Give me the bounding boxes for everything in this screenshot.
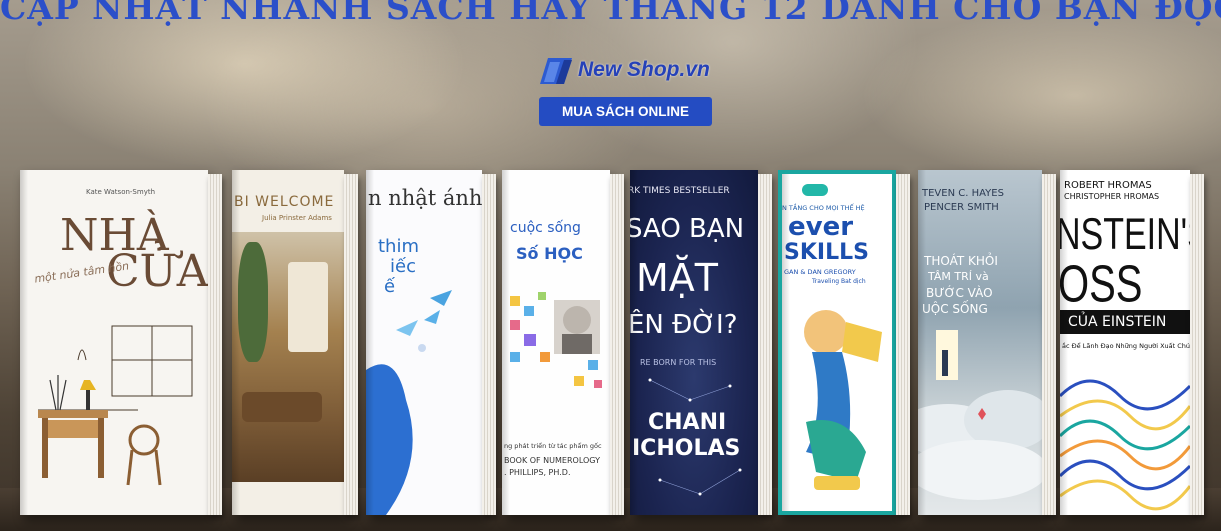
book-subtitle: ắc Để Lãnh Đạo Những Người Xuất Chúng — [1062, 342, 1190, 350]
book-top-line: N TẮNG CHO MỌI THẾ HỆ — [782, 204, 865, 212]
buy-online-button[interactable]: MUA SÁCH ONLINE — [539, 97, 712, 126]
book-title-line2: OSS — [1060, 256, 1143, 314]
book-translator: Traveling Bat dịch — [812, 278, 866, 285]
book-author-line2: PENCER SMITH — [924, 202, 999, 213]
constellation-decoration — [648, 378, 742, 496]
book-title-line2: iếc — [390, 256, 416, 277]
book-author-line1: TEVEN C. HAYES — [922, 188, 1004, 199]
logo-mark-icon — [540, 58, 572, 84]
page-edge — [896, 174, 910, 515]
living-room-photo — [232, 232, 344, 482]
book-title-line1: cuộc sống — [510, 220, 581, 236]
title-band: CỦA EINSTEIN — [1060, 310, 1190, 334]
book-bottom-line1: ng phát triển từ tác phẩm gốc — [504, 442, 602, 450]
book-title-line1: THOÁT KHỎI — [924, 254, 998, 268]
book-tagline: RE BORN FOR THIS — [640, 358, 717, 367]
book-title-line2: Số HỌC — [516, 244, 583, 263]
book-title-line2: SKILLS — [784, 240, 869, 265]
banner-title: CẬP NHẬT NHANH SÁCH HAY THÁNG 12 DÀNH CH… — [0, 0, 1221, 27]
book-author: Julia Prinster Adams — [262, 214, 332, 222]
book-author: n nhật ánh — [368, 186, 482, 210]
book-cover-einsteins-boss[interactable]: ROBERT HROMAS CHRISTOPHER HROMAS NSTEIN'… — [1060, 170, 1190, 515]
page-edge — [610, 174, 624, 515]
book-title-line3: ÊN ĐỜI? — [630, 310, 738, 340]
book-title-line2: MẶT — [636, 256, 718, 300]
book-cover-never-skills[interactable]: N TẮNG CHO MỌI THẾ HỆ ever SKILLS GAN & … — [778, 170, 896, 515]
book-title-line4: UỘC SỐNG — [922, 302, 988, 316]
page-edge — [758, 174, 772, 515]
figure-illustration — [804, 310, 882, 490]
bird-illustration — [366, 290, 452, 515]
page-edge — [482, 174, 496, 515]
book-cover-nha-cua[interactable]: Kate Watson-Smyth NHÀ CỬA một nửa tâm hồ… — [20, 170, 208, 515]
number-tiles-graphic — [510, 292, 602, 388]
page-edge — [344, 174, 358, 515]
book-cover-thoat-khoi-tam-tri[interactable]: TEVEN C. HAYES PENCER SMITH THOÁT KHỎI T… — [918, 170, 1042, 515]
page-edge — [1190, 174, 1204, 515]
book-title-line1: SAO BẠN — [630, 214, 745, 244]
book-title: BI WELCOME — [234, 194, 335, 210]
room-sketch-illustration — [38, 325, 193, 486]
book-bottom-line3: . PHILLIPS, PH.D. — [504, 468, 571, 477]
page-edge — [1042, 174, 1056, 515]
book-title-line1: ever — [788, 212, 854, 242]
book-bottom-line2: BOOK OF NUMEROLOGY — [504, 456, 600, 465]
book-bestseller-tag: RK TIMES BESTSELLER — [630, 186, 730, 196]
book-author-line1: ROBERT HROMAS — [1064, 180, 1152, 191]
book-cover-than-so-hoc[interactable]: cuộc sống Số HỌC ng phát triển từ tác ph… — [502, 170, 610, 515]
book-title-line1: thim — [378, 236, 420, 257]
book-authors: GAN & DAN GREGORY — [784, 268, 856, 276]
book-cover-bi-welcome[interactable]: BI WELCOME Julia Prinster Adams — [232, 170, 344, 515]
book-title-line2: TÂM TRÍ và — [928, 270, 989, 283]
book-cover-nguyen-nhat-anh[interactable]: n nhật ánh thim iếc ế — [366, 170, 482, 515]
publisher-badge — [802, 184, 828, 196]
book-title-band: CỦA EINSTEIN — [1068, 314, 1167, 330]
book-title-line3: BƯỚC VÀO — [926, 286, 993, 300]
book-cover-sao-ban-co-mat-tren-doi[interactable]: RK TIMES BESTSELLER SAO BẠN MẶT ÊN ĐỜI? … — [630, 170, 758, 515]
einstein-hair-illustration — [1060, 379, 1190, 511]
book-author-line2: CHRISTOPHER HROMAS — [1064, 192, 1160, 201]
page-edge — [208, 174, 222, 515]
door-cloud-illustration — [918, 330, 1042, 500]
book-author: Kate Watson-Smyth — [86, 188, 156, 196]
book-title-line1: NSTEIN'S — [1060, 210, 1190, 260]
newshop-logo[interactable]: New Shop.vn — [538, 52, 718, 96]
logo-text: New Shop.vn — [578, 58, 710, 81]
